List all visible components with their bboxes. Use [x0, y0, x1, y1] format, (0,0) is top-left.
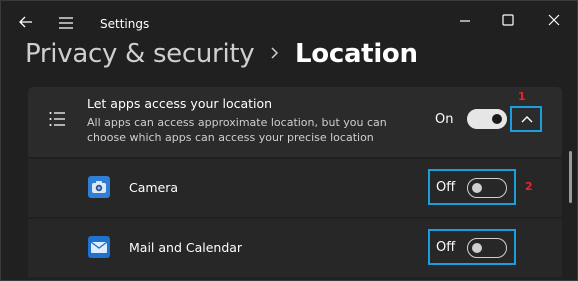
maximize-icon[interactable]: [501, 12, 515, 26]
camera-toggle-highlight: Off: [428, 169, 516, 205]
close-icon[interactable]: [547, 12, 561, 26]
chevron-right-icon: [269, 45, 281, 61]
toggle-knob: [492, 114, 502, 124]
annotation-marker-2: 2: [525, 180, 533, 193]
breadcrumb-parent[interactable]: Privacy & security: [25, 39, 255, 69]
minimize-icon[interactable]: [458, 13, 472, 27]
location-access-description: All apps can access approximate location…: [87, 116, 387, 144]
back-arrow-icon[interactable]: [17, 13, 35, 31]
app-row-camera: Camera Off 2: [28, 159, 562, 217]
chevron-up-icon: [521, 116, 533, 123]
window-title: Settings: [100, 17, 150, 31]
location-access-toggle[interactable]: [467, 109, 507, 129]
list-icon: [48, 110, 66, 128]
toggle-knob: [472, 183, 482, 193]
expand-collapse-button[interactable]: [510, 106, 542, 132]
camera-state: Off: [436, 180, 456, 195]
mail-state: Off: [436, 240, 456, 255]
toggle-knob: [472, 243, 482, 253]
annotation-marker-1: 1: [518, 90, 526, 103]
mail-calendar-toggle[interactable]: [467, 238, 507, 258]
mail-toggle-highlight: Off: [428, 229, 516, 265]
camera-toggle[interactable]: [467, 178, 507, 198]
app-label-camera: Camera: [129, 180, 179, 195]
title-bar: Settings: [1, 1, 577, 41]
camera-icon: [88, 176, 110, 198]
hamburger-menu-icon[interactable]: [57, 15, 75, 29]
mail-icon: [88, 236, 110, 258]
location-access-card: Let apps access your location All apps c…: [28, 87, 562, 157]
app-row-mail-calendar: Mail and Calendar Off: [28, 219, 562, 277]
page-title: Location: [295, 39, 418, 69]
location-access-title: Let apps access your location: [87, 96, 273, 111]
scrollbar[interactable]: [569, 151, 572, 203]
location-access-state: On: [435, 112, 454, 127]
app-label-mail-calendar: Mail and Calendar: [129, 240, 243, 255]
settings-window: Settings Privacy & security Location Let…: [0, 0, 578, 281]
